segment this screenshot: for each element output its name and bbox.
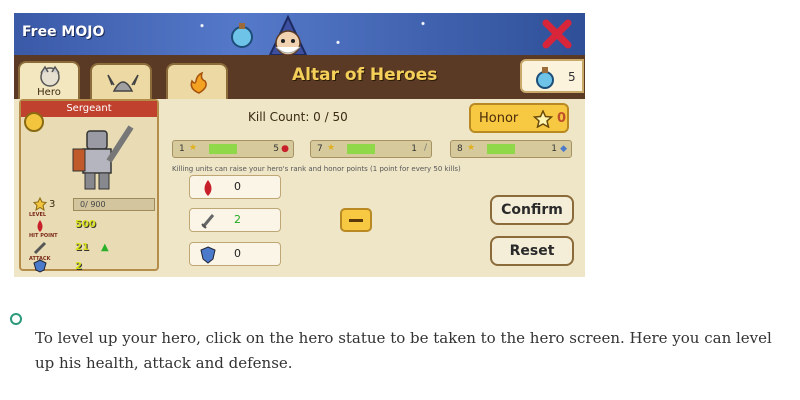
wizard-mascot-icon: [231, 14, 308, 55]
page-title: Altar of Heroes: [292, 65, 438, 85]
tab-hero[interactable]: Hero: [18, 61, 80, 99]
horned-helmet-icon: [107, 74, 139, 92]
instructions-text: To level up your hero, click on the hero…: [35, 329, 772, 372]
rank-bar-left-value: 1: [179, 144, 185, 154]
honor-button[interactable]: Honor 0: [469, 103, 569, 133]
resource-attack[interactable]: 2: [189, 208, 281, 232]
hero-defense: 2: [75, 261, 82, 272]
blood-drop-icon: [204, 180, 212, 196]
health-caption: HIT POINT: [29, 233, 58, 239]
level-caption: LEVEL: [29, 212, 47, 218]
tab-hero-label: Hero: [37, 87, 61, 98]
rank-bar-right-value: 5: [273, 144, 279, 154]
rank-bar-hitpoint: 1 ★ 5 ●: [172, 140, 294, 158]
arrow-icon: [347, 144, 375, 154]
reset-button[interactable]: Reset: [490, 236, 574, 266]
resource-value: 2: [234, 213, 241, 226]
rank-medal-icon: [24, 112, 44, 132]
attack-icon: [33, 241, 47, 255]
health-icon: [37, 220, 43, 232]
shield-icon: [200, 246, 216, 264]
star-icon: ★: [467, 143, 476, 153]
minus-button[interactable]: [340, 208, 372, 232]
rank-bar-right-value: 1: [411, 144, 417, 154]
star-icon: ★: [327, 143, 336, 153]
tab-helmet[interactable]: [90, 63, 152, 99]
arrow-icon: [209, 144, 237, 154]
kill-count: Kill Count: 0 / 50: [248, 110, 348, 124]
arrow-icon: [487, 144, 515, 154]
honor-value: 0: [557, 111, 567, 126]
honor-star-icon: [533, 110, 553, 128]
attack-up-arrow-icon: ▲: [101, 242, 109, 253]
honor-label: Honor: [479, 111, 519, 126]
xp-bar: 0/ 900: [73, 198, 155, 211]
resource-value: 0: [234, 180, 241, 193]
level-star-icon: [33, 197, 47, 211]
rank-bar-left-value: 8: [457, 144, 463, 154]
resource-defense[interactable]: 0: [189, 242, 281, 266]
potion-count: 5: [568, 70, 576, 84]
free-mojo-label[interactable]: Free MOJO: [22, 24, 104, 40]
rank-bar-left-value: 7: [317, 144, 323, 154]
shield-icon: ◆: [560, 144, 567, 154]
title-bar: Hero Altar of Heroes 5: [14, 55, 585, 99]
resource-value: 0: [234, 247, 241, 260]
close-icon[interactable]: [541, 18, 573, 50]
rank-bar-attack: 7 ★ 1 /: [310, 140, 432, 158]
rank-bar-defense: 8 ★ 1 ◆: [450, 140, 572, 158]
resource-health[interactable]: 0: [189, 175, 281, 199]
sword-icon: /: [423, 143, 427, 153]
sword-icon: [201, 214, 215, 229]
hero-level: 3: [49, 199, 56, 210]
defense-icon: [33, 259, 47, 273]
top-banner: Free MOJO: [14, 13, 585, 55]
blood-drop-icon: ●: [281, 144, 289, 154]
fireball-icon: [190, 71, 207, 94]
hero-health: 500: [75, 219, 96, 230]
potion-counter[interactable]: 5: [520, 59, 584, 93]
hero-card[interactable]: Sergeant 3 LEVEL 0/ 900 500 HIT POINT 21…: [19, 99, 159, 273]
hero-face-icon: [40, 65, 60, 87]
list-bullet-icon: [10, 313, 22, 325]
star-icon: ★: [189, 143, 198, 153]
rank-bar-right-value: 1: [551, 144, 557, 154]
knight-statue-icon[interactable]: [59, 121, 139, 193]
tab-fire[interactable]: [166, 63, 228, 99]
potion-icon: [536, 67, 554, 89]
hint-text: Killing units can raise your hero's rank…: [172, 165, 461, 173]
game-screenshot: Free MOJO Hero Altar of Heroes 5 Sergean…: [14, 13, 585, 277]
hero-attack: 21: [75, 242, 89, 253]
confirm-button[interactable]: Confirm: [490, 195, 574, 225]
